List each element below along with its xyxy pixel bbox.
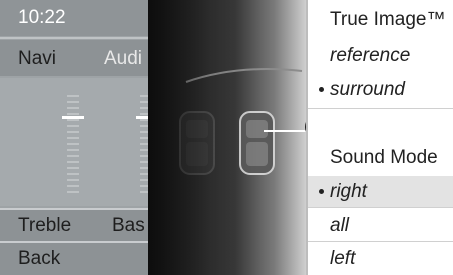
bass-label[interactable]: Bas	[112, 215, 145, 237]
left-panel: 10:22 Navi Audi Treble Bas Back	[0, 0, 148, 275]
audio-screen: 10:22 Navi Audi Treble Bas Back True Ima…	[0, 0, 453, 275]
divider	[308, 207, 453, 208]
menu-item-label: Sound Mode	[330, 147, 438, 168]
eq-labels-row: Treble Bas	[0, 210, 148, 242]
menu-item-surround[interactable]: surround	[308, 74, 453, 105]
tab-navi[interactable]: Navi	[18, 48, 56, 70]
main-tabs: Navi Audi	[0, 40, 148, 76]
menu-item-label: surround	[330, 79, 405, 100]
stage-vignette	[148, 0, 306, 275]
menu-item-label: right	[330, 181, 367, 202]
divider	[308, 108, 453, 109]
treble-slider-marker	[62, 116, 84, 119]
sound-stage-view	[148, 0, 306, 275]
divider	[0, 37, 148, 39]
menu-item-label: all	[330, 215, 350, 236]
menu-item-true-image[interactable]: True Image™	[308, 4, 453, 35]
tab-audio[interactable]: Audi	[104, 48, 142, 70]
bass-slider-marker	[136, 116, 148, 119]
menu-item-label: left	[330, 248, 356, 269]
selected-bullet-icon	[319, 87, 324, 92]
equalizer-display	[0, 78, 148, 206]
equalizer-scales	[62, 95, 148, 193]
clock-time: 10:22	[18, 7, 66, 28]
back-button[interactable]: Back	[18, 248, 60, 270]
sound-menu: True Image™ reference surround Sound Mod…	[306, 0, 453, 275]
back-row: Back	[0, 243, 148, 275]
menu-item-all[interactable]: all	[308, 210, 453, 241]
status-bar: 10:22	[0, 0, 148, 36]
selected-bullet-icon	[319, 189, 324, 194]
treble-label[interactable]: Treble	[18, 215, 71, 237]
menu-item-right[interactable]: right	[308, 176, 453, 207]
menu-item-label: reference	[330, 45, 411, 66]
menu-item-left[interactable]: left	[308, 243, 453, 274]
divider	[308, 241, 453, 242]
menu-item-reference[interactable]: reference	[308, 40, 453, 71]
menu-item-sound-mode[interactable]: Sound Mode	[308, 142, 453, 173]
menu-item-label: True Image™	[330, 9, 446, 30]
